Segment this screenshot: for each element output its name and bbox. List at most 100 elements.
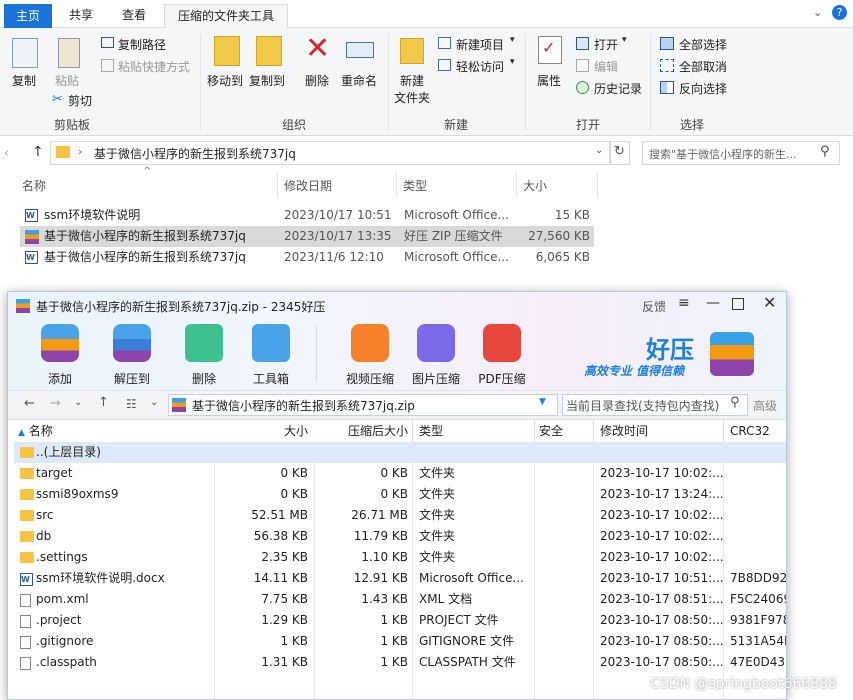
invert-selection-button[interactable]: 反向选择 xyxy=(679,80,727,97)
column-divider[interactable] xyxy=(723,420,724,442)
cut-button[interactable]: 剪切 xyxy=(68,92,92,109)
zip-file-row[interactable]: src 52.51 MB 26.71 MB 文件夹 2023-10-17 10:02:.… xyxy=(14,505,786,526)
zip-file-row[interactable]: target 0 KB 0 KB 文件夹 2023-10-17 10:02:... xyxy=(14,463,786,484)
view-mode-icon[interactable]: ☷ xyxy=(126,397,137,411)
new-folder-button-line1[interactable]: 新建 xyxy=(400,72,424,89)
tab-share[interactable]: 共享 xyxy=(56,4,106,28)
file-row[interactable]: 基于微信小程序的新生报到系统737jq 2023/11/6 12:10 Micr… xyxy=(20,247,594,268)
move-to-icon[interactable] xyxy=(214,36,240,66)
zip-parent-dir-row[interactable]: ..(上层目录) xyxy=(14,442,786,463)
tab-home[interactable]: 主页 xyxy=(4,4,52,28)
zip-header-type[interactable]: 类型 xyxy=(419,420,444,442)
zip-header-mtime[interactable]: 修改时间 xyxy=(600,420,649,442)
open-button[interactable]: 打开 xyxy=(594,36,618,53)
address-path[interactable]: 基于微信小程序的新生报到系统737jq xyxy=(94,145,296,162)
column-divider[interactable] xyxy=(593,420,594,442)
back-arrow-icon[interactable]: ← xyxy=(24,396,35,411)
zip-file-row[interactable]: ssm环境软件说明.docx 14.11 KB 12.91 KB Microsoft … xyxy=(14,568,786,590)
column-divider[interactable] xyxy=(277,172,278,198)
search-icon[interactable]: ⚲ xyxy=(730,395,740,410)
image-compress-button[interactable]: 图片压缩 xyxy=(406,324,466,387)
zip-path[interactable]: 基于微信小程序的新生报到系统737jq.zip xyxy=(192,397,415,414)
paste-shortcut-button[interactable]: 粘贴快捷方式 xyxy=(118,58,190,75)
new-item-dropdown-icon[interactable]: ▾ xyxy=(510,35,515,45)
open-dropdown-icon[interactable]: ▾ xyxy=(622,35,627,45)
column-header-type[interactable]: 类型 xyxy=(403,172,427,200)
zip-file-row[interactable]: pom.xml 7.75 KB 1.43 KB XML 文档 2023-10-17 08… xyxy=(14,589,786,610)
delete-button[interactable]: 删除 xyxy=(180,324,228,387)
zip-file-row[interactable]: .classpath 1.31 KB 1 KB CLASSPATH 文件 2023-10… xyxy=(14,652,786,673)
collapse-ribbon-icon[interactable]: ⌄ xyxy=(813,6,822,19)
zip-header-security[interactable]: 安全 xyxy=(539,420,564,442)
paste-icon[interactable] xyxy=(58,38,80,68)
copy-button[interactable]: 复制 xyxy=(12,72,36,89)
pdf-compress-button[interactable]: PDF压缩 xyxy=(472,324,532,387)
history-dropdown-icon[interactable]: ⌄ xyxy=(74,397,82,408)
zip-file-row[interactable]: .project 1.29 KB 1 KB PROJECT 文件 2023-10-17 … xyxy=(14,610,786,631)
help-icon[interactable]: ? xyxy=(832,5,847,20)
address-dropdown-icon[interactable]: ⌄ xyxy=(595,145,603,156)
select-all-button[interactable]: 全部选择 xyxy=(679,36,727,53)
delete-button[interactable]: 删除 xyxy=(305,72,329,89)
advanced-search-link[interactable]: 高级 xyxy=(753,397,777,414)
move-to-button[interactable]: 移动到 xyxy=(207,72,243,89)
history-button[interactable]: 历史记录 xyxy=(594,80,642,97)
zip-file-row[interactable]: .gitignore 1 KB 1 KB GITIGNORE 文件 2023-10-17… xyxy=(14,631,786,652)
maximize-icon[interactable] xyxy=(732,298,744,310)
zip-header-name[interactable]: ▲ 名称 xyxy=(18,420,214,442)
back-icon[interactable]: ‹ xyxy=(4,146,9,160)
properties-button[interactable]: 属性 xyxy=(537,72,561,89)
file-row[interactable]: ssm环境软件说明 2023/10/17 10:51 Microsoft Off… xyxy=(20,205,594,226)
zip-header-packed[interactable]: 压缩后大小 xyxy=(314,420,408,442)
copy-to-button[interactable]: 复制到 xyxy=(249,72,285,89)
rename-icon[interactable] xyxy=(346,42,374,58)
menu-icon[interactable]: ≡ xyxy=(678,295,690,311)
column-divider[interactable] xyxy=(516,172,517,198)
paste-button[interactable]: 粘贴 xyxy=(55,72,79,89)
copy-icon[interactable] xyxy=(12,38,38,68)
rename-button[interactable]: 重命名 xyxy=(341,72,377,89)
add-button[interactable]: 添加 xyxy=(36,324,84,387)
close-icon[interactable]: ✕ xyxy=(763,293,776,312)
feedback-link[interactable]: 反馈 xyxy=(642,298,666,315)
copy-path-button[interactable]: 复制路径 xyxy=(118,36,166,53)
column-header-name[interactable]: 名称 xyxy=(22,172,46,200)
tab-view[interactable]: 查看 xyxy=(110,4,158,28)
column-divider[interactable] xyxy=(534,420,535,442)
folder-icon xyxy=(20,447,34,458)
easy-access-button[interactable]: 轻松访问 xyxy=(456,58,504,75)
extract-to-button[interactable]: 解压到 xyxy=(108,324,156,387)
column-divider[interactable] xyxy=(597,172,598,198)
view-dropdown-icon[interactable]: ⌄ xyxy=(150,397,158,408)
select-none-button[interactable]: 全部取消 xyxy=(679,58,727,75)
zip-file-row[interactable]: db 56.38 KB 11.79 KB 文件夹 2023-10-17 10:02:..… xyxy=(14,526,786,547)
column-header-size[interactable]: 大小 xyxy=(523,172,547,200)
zip-header-crc[interactable]: CRC32 xyxy=(730,420,770,442)
column-divider[interactable] xyxy=(396,172,397,198)
file-size: 6,065 KB xyxy=(535,250,590,264)
file-row-selected[interactable]: 基于微信小程序的新生报到系统737jq 2023/10/17 13:35 好压 … xyxy=(20,226,594,247)
forward-arrow-icon[interactable]: → xyxy=(50,396,61,411)
breadcrumb-chevron-icon[interactable]: › xyxy=(78,145,82,158)
up-arrow-icon[interactable]: ↑ xyxy=(98,395,109,410)
new-item-button[interactable]: 新建项目 xyxy=(456,36,504,53)
new-folder-button-line2[interactable]: 文件夹 xyxy=(394,89,430,106)
easy-access-dropdown-icon[interactable]: ▾ xyxy=(510,57,515,67)
delete-icon[interactable]: ✕ xyxy=(305,32,330,66)
column-header-date[interactable]: 修改日期 xyxy=(284,172,332,200)
tab-compressed-folder-tools[interactable]: 压缩的文件夹工具 xyxy=(164,4,288,28)
search-icon[interactable]: ⚲ xyxy=(820,144,830,159)
zip-file-row[interactable]: ssmi89oxms9 0 KB 0 KB 文件夹 2023-10-17 13:24:.… xyxy=(14,484,786,505)
zip-file-row[interactable]: .settings 2.35 KB 1.10 KB 文件夹 2023-10-17 10:… xyxy=(14,547,786,568)
path-dropdown-icon[interactable]: ▼ xyxy=(539,397,546,407)
new-folder-icon[interactable] xyxy=(400,38,424,64)
edit-button[interactable]: 编辑 xyxy=(594,58,618,75)
minimize-icon[interactable]: — xyxy=(706,295,720,311)
zip-header-size[interactable]: 大小 xyxy=(214,420,308,442)
video-compress-button[interactable]: 视频压缩 xyxy=(340,324,400,387)
toolbox-button[interactable]: 工具箱 xyxy=(246,324,296,387)
column-divider[interactable] xyxy=(412,420,413,442)
copy-to-icon[interactable] xyxy=(256,36,282,66)
up-arrow-icon[interactable]: ↑ xyxy=(32,144,44,160)
refresh-icon[interactable]: ↻ xyxy=(614,144,625,159)
